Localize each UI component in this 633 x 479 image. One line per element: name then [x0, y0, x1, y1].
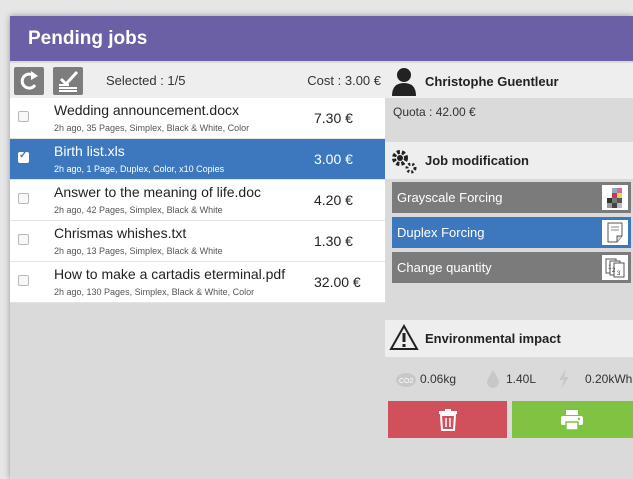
- job-row-selected[interactable]: ✓ Birth list.xls 2h ago, 1 Page, Duplex,…: [10, 139, 385, 180]
- job-price: 7.30 €: [314, 110, 353, 126]
- job-list: Wedding announcement.docx 2h ago, 35 Pag…: [10, 98, 385, 303]
- job-name: Answer to the meaning of life.doc: [54, 184, 262, 200]
- checkmark-icon: ✓: [19, 150, 28, 161]
- job-name: How to make a cartadis eterminal.pdf: [54, 266, 286, 282]
- duplex-forcing-option[interactable]: Duplex Forcing: [392, 217, 631, 248]
- delete-button[interactable]: [388, 401, 507, 438]
- environment-header: Environmental impact: [385, 320, 633, 357]
- job-details: 2h ago, 35 Pages, Simplex, Black & White…: [54, 123, 250, 133]
- job-row[interactable]: Chrismas whishes.txt 2h ago, 13 Pages, S…: [10, 221, 385, 262]
- water-value: 1.40L: [506, 372, 537, 386]
- energy-value: 0.20kWh: [585, 372, 633, 386]
- select-all-icon: [59, 70, 79, 92]
- copies-icon: 1 2 3: [602, 255, 628, 280]
- environment-stats: CO2 0.06kg 1.40L 0.20kWh: [393, 369, 633, 389]
- lightning-icon: [559, 369, 569, 389]
- job-row[interactable]: Wedding announcement.docx 2h ago, 35 Pag…: [10, 98, 385, 139]
- job-name: Wedding announcement.docx: [54, 102, 239, 118]
- quota-value: Quota : 42.00 €: [393, 105, 476, 119]
- option-label: Change quantity: [397, 260, 492, 275]
- user-icon: [392, 68, 416, 96]
- select-all-button[interactable]: [53, 67, 83, 95]
- printer-icon: [561, 410, 583, 431]
- print-button[interactable]: [512, 401, 633, 438]
- job-details: 2h ago, 1 Page, Duplex, Color, x10 Copie…: [54, 164, 225, 174]
- svg-text:CO2: CO2: [399, 378, 414, 385]
- job-checkbox[interactable]: [18, 234, 29, 245]
- job-price: 1.30 €: [314, 233, 353, 249]
- job-row[interactable]: Answer to the meaning of life.doc 2h ago…: [10, 180, 385, 221]
- job-name: Birth list.xls: [54, 143, 125, 159]
- user-name: Christophe Guentleur: [425, 74, 559, 89]
- job-checkbox[interactable]: ✓: [18, 150, 29, 163]
- page-title: Pending jobs: [28, 28, 148, 49]
- job-details: 2h ago, 130 Pages, Simplex, Black & Whit…: [54, 287, 255, 297]
- option-label: Grayscale Forcing: [397, 190, 503, 205]
- co2-value: 0.06kg: [420, 372, 457, 386]
- job-price: 3.00 €: [314, 151, 353, 167]
- option-label: Duplex Forcing: [397, 225, 485, 240]
- job-modification-header: Job modification: [385, 142, 633, 179]
- job-checkbox[interactable]: [18, 111, 29, 122]
- recycle-info-icon: [389, 323, 419, 350]
- water-drop-icon: [487, 370, 499, 388]
- job-checkbox[interactable]: [18, 193, 29, 204]
- header-bar: Pending jobs: [10, 16, 633, 61]
- grayscale-forcing-option[interactable]: Grayscale Forcing: [392, 182, 631, 213]
- color-swatch-icon: [602, 185, 628, 210]
- change-quantity-option[interactable]: Change quantity 1 2 3: [392, 252, 631, 283]
- user-panel: Christophe Guentleur: [385, 63, 633, 98]
- gears-icon: [392, 150, 417, 174]
- refresh-icon: [20, 71, 38, 90]
- total-cost: Cost : 3.00 €: [307, 73, 381, 88]
- job-name: Chrismas whishes.txt: [54, 225, 187, 241]
- job-row[interactable]: How to make a cartadis eterminal.pdf 2h …: [10, 262, 385, 303]
- job-price: 4.20 €: [314, 192, 353, 208]
- job-checkbox[interactable]: [18, 275, 29, 286]
- selected-count: Selected : 1/5: [106, 73, 186, 88]
- job-modification-title: Job modification: [425, 153, 529, 168]
- trash-icon: [439, 409, 457, 431]
- print-release-window: Pending jobs Selected : 1/5 Cost : 3.00 …: [10, 16, 633, 479]
- job-details: 2h ago, 42 Pages, Simplex, Black & White: [54, 205, 223, 215]
- job-price: 32.00 €: [314, 274, 361, 290]
- job-details: 2h ago, 13 Pages, Simplex, Black & White: [54, 246, 223, 256]
- co2-cloud-icon: CO2: [396, 373, 416, 387]
- environment-title: Environmental impact: [425, 331, 561, 346]
- refresh-button[interactable]: [14, 67, 44, 95]
- jobs-toolbar: Selected : 1/5 Cost : 3.00 €: [10, 63, 385, 98]
- duplex-page-icon: [602, 220, 628, 245]
